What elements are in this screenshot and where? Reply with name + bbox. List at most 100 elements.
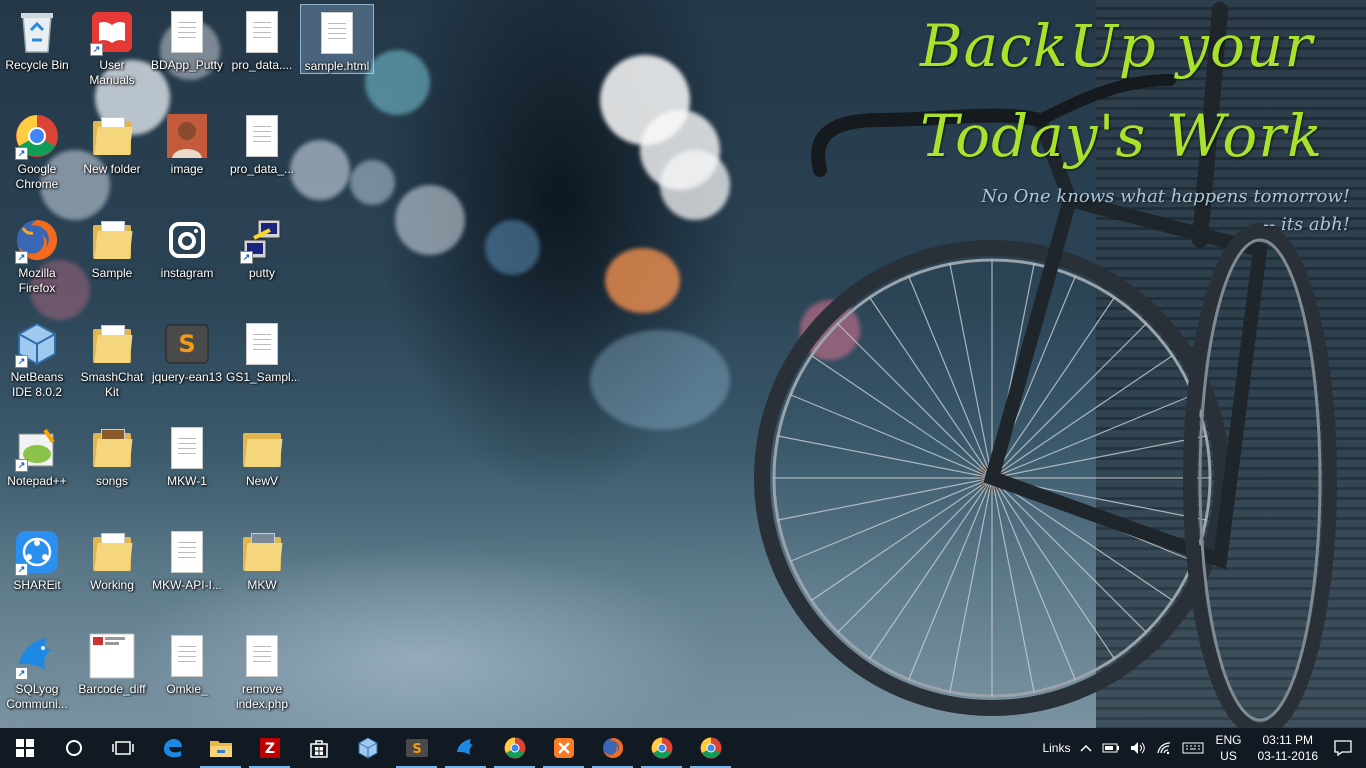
sqlyog-taskbar-button[interactable]: [441, 728, 490, 768]
netbeans-icon: ↗: [13, 320, 61, 368]
firefox-icon: ↗: [13, 216, 61, 264]
desktop-icon-omkie[interactable]: Omkie_: [150, 628, 224, 728]
desktop-icon-sample-html[interactable]: sample.html: [300, 4, 374, 74]
folder-icon: [88, 112, 136, 160]
shortcut-arrow-icon: ↗: [15, 251, 28, 264]
instagram-icon: [163, 216, 211, 264]
desktop-icon-label: MKW: [247, 578, 277, 592]
folder-icon: [209, 741, 232, 757]
desktop-icon-label: Working: [90, 578, 134, 592]
desktop-icon-smashchat-kit[interactable]: SmashChat Kit: [75, 316, 149, 416]
desktop-icon-mkw-api[interactable]: MKW-API-I...: [150, 524, 224, 624]
svg-text:Z: Z: [264, 741, 274, 757]
keyboard-icon[interactable]: [1182, 742, 1204, 754]
document-icon: [238, 320, 286, 368]
desktop-icon-image[interactable]: image: [150, 108, 224, 208]
firefox-icon: [602, 737, 623, 758]
input-language-indicator[interactable]: ENG US: [1215, 732, 1241, 764]
action-center-icon[interactable]: [1334, 740, 1352, 756]
desktop-icon-bdapp-putty[interactable]: BDApp_Putty: [150, 4, 224, 104]
desktop-icon-sqlyog[interactable]: ↗ SQLyog Communi...: [0, 628, 74, 728]
document-icon: [313, 9, 361, 57]
wallpaper-subline-2: -- its abh!: [1263, 214, 1350, 235]
netbeans-taskbar-button[interactable]: [343, 728, 392, 768]
desktop-icon-label: Omkie_: [166, 682, 208, 696]
book-icon: ↗: [88, 8, 136, 56]
desktop-icon-google-chrome[interactable]: ↗ Google Chrome: [0, 108, 74, 208]
folder-icon: [88, 528, 136, 576]
desktop-icon-gs1-sample[interactable]: GS1_Sampl...: [225, 316, 299, 416]
wallpaper-headline-line1: BackUp your: [920, 12, 1314, 80]
desktop-icon-instagram[interactable]: instagram: [150, 212, 224, 312]
desktop-icon-putty[interactable]: ↗ putty: [225, 212, 299, 312]
wallpaper-headline-line2: Today's Work: [920, 102, 1324, 170]
shortcut-arrow-icon: ↗: [240, 251, 253, 264]
desktop-icon-user-manuals[interactable]: ↗ User Manuals: [75, 4, 149, 104]
recycle-bin-icon: [13, 8, 61, 56]
desktop-icon-mozilla-firefox[interactable]: ↗ Mozilla Firefox: [0, 212, 74, 312]
photo-icon: [163, 112, 211, 160]
desktop-icon-newv[interactable]: NewV: [225, 420, 299, 520]
filezilla-button[interactable]: Z: [245, 728, 294, 768]
desktop-icon-label: SQLyog Communi...: [6, 682, 68, 711]
sublime-taskbar-button[interactable]: S: [392, 728, 441, 768]
desktop-icon-pro-data-2[interactable]: pro_data_...: [225, 108, 299, 208]
store-button[interactable]: [294, 728, 343, 768]
xampp-taskbar-button[interactable]: [539, 728, 588, 768]
sublime-icon: S: [163, 320, 211, 368]
desktop-icon-sample-folder[interactable]: Sample: [75, 212, 149, 312]
bokeh-light: [365, 50, 430, 115]
chrome-icon: [504, 737, 525, 759]
wifi-icon[interactable]: [1156, 741, 1172, 755]
desktop-icon-shareit[interactable]: ↗ SHAREit: [0, 524, 74, 624]
desktop-icon-mkw-1[interactable]: MKW-1: [150, 420, 224, 520]
chrome-taskbar-button-2[interactable]: [637, 728, 686, 768]
desktop-icon-mkw[interactable]: MKW: [225, 524, 299, 624]
desktop-icon-netbeans[interactable]: ↗ NetBeans IDE 8.0.2: [0, 316, 74, 416]
shortcut-arrow-icon: ↗: [90, 43, 103, 56]
system-tray: Links ENG US 03:11 PM 03-11-2016: [1037, 728, 1366, 768]
desktop-icon-label: pro_data_...: [229, 162, 295, 176]
svg-text:S: S: [412, 742, 421, 757]
bokeh-light: [395, 185, 465, 255]
start-button[interactable]: [0, 728, 49, 768]
chrome-taskbar-button-3[interactable]: [686, 728, 735, 768]
chevron-up-icon[interactable]: [1080, 744, 1093, 752]
desktop-icon-label: Sample: [91, 266, 133, 280]
shortcut-arrow-icon: ↗: [15, 355, 28, 368]
desktop-icon-label: instagram: [160, 266, 214, 280]
desktop-icon-label: Barcode_diff: [78, 682, 146, 696]
desktop-icon-label: SHAREit: [13, 578, 61, 592]
bokeh-light: [605, 248, 680, 313]
battery-icon[interactable]: [1102, 742, 1120, 754]
sublime-icon: S: [405, 739, 428, 757]
volume-icon[interactable]: [1130, 741, 1146, 755]
desktop-icon-songs[interactable]: songs: [75, 420, 149, 520]
desktop-icon-new-folder[interactable]: New folder: [75, 108, 149, 208]
desktop-icon-notepadpp[interactable]: ↗ Notepad++: [0, 420, 74, 520]
cortana-button[interactable]: [49, 728, 98, 768]
document-icon: [163, 424, 211, 472]
links-toolbar[interactable]: Links: [1042, 741, 1070, 755]
desktop-icon-jquery-ean13[interactable]: S jquery-ean13: [150, 316, 224, 416]
wallpaper-subline-1: No One knows what happens tomorrow!: [981, 186, 1350, 207]
notepadpp-icon: ↗: [13, 424, 61, 472]
desktop-icon-remove-index-php[interactable]: remove index.php: [225, 628, 299, 728]
document-icon: [163, 528, 211, 576]
document-icon: [163, 8, 211, 56]
document-icon: [163, 632, 211, 680]
desktop-icon-barcode-diff[interactable]: Barcode_diff: [75, 628, 149, 728]
file-explorer-button[interactable]: [196, 728, 245, 768]
desktop-icon-working[interactable]: Working: [75, 524, 149, 624]
edge-button[interactable]: [147, 728, 196, 768]
desktop-icon-label: NetBeans IDE 8.0.2: [10, 370, 64, 399]
firefox-taskbar-button[interactable]: [588, 728, 637, 768]
task-view-button[interactable]: [98, 728, 147, 768]
desktop-icon-recycle-bin[interactable]: Recycle Bin: [0, 4, 74, 104]
desktop-icon-pro-data-1[interactable]: pro_data....: [225, 4, 299, 104]
image-file-icon: [88, 632, 136, 680]
clock[interactable]: 03:11 PM 03-11-2016: [1258, 732, 1319, 764]
desktop-icon-label: Notepad++: [7, 474, 67, 488]
shortcut-arrow-icon: ↗: [15, 667, 28, 680]
chrome-taskbar-button-1[interactable]: [490, 728, 539, 768]
